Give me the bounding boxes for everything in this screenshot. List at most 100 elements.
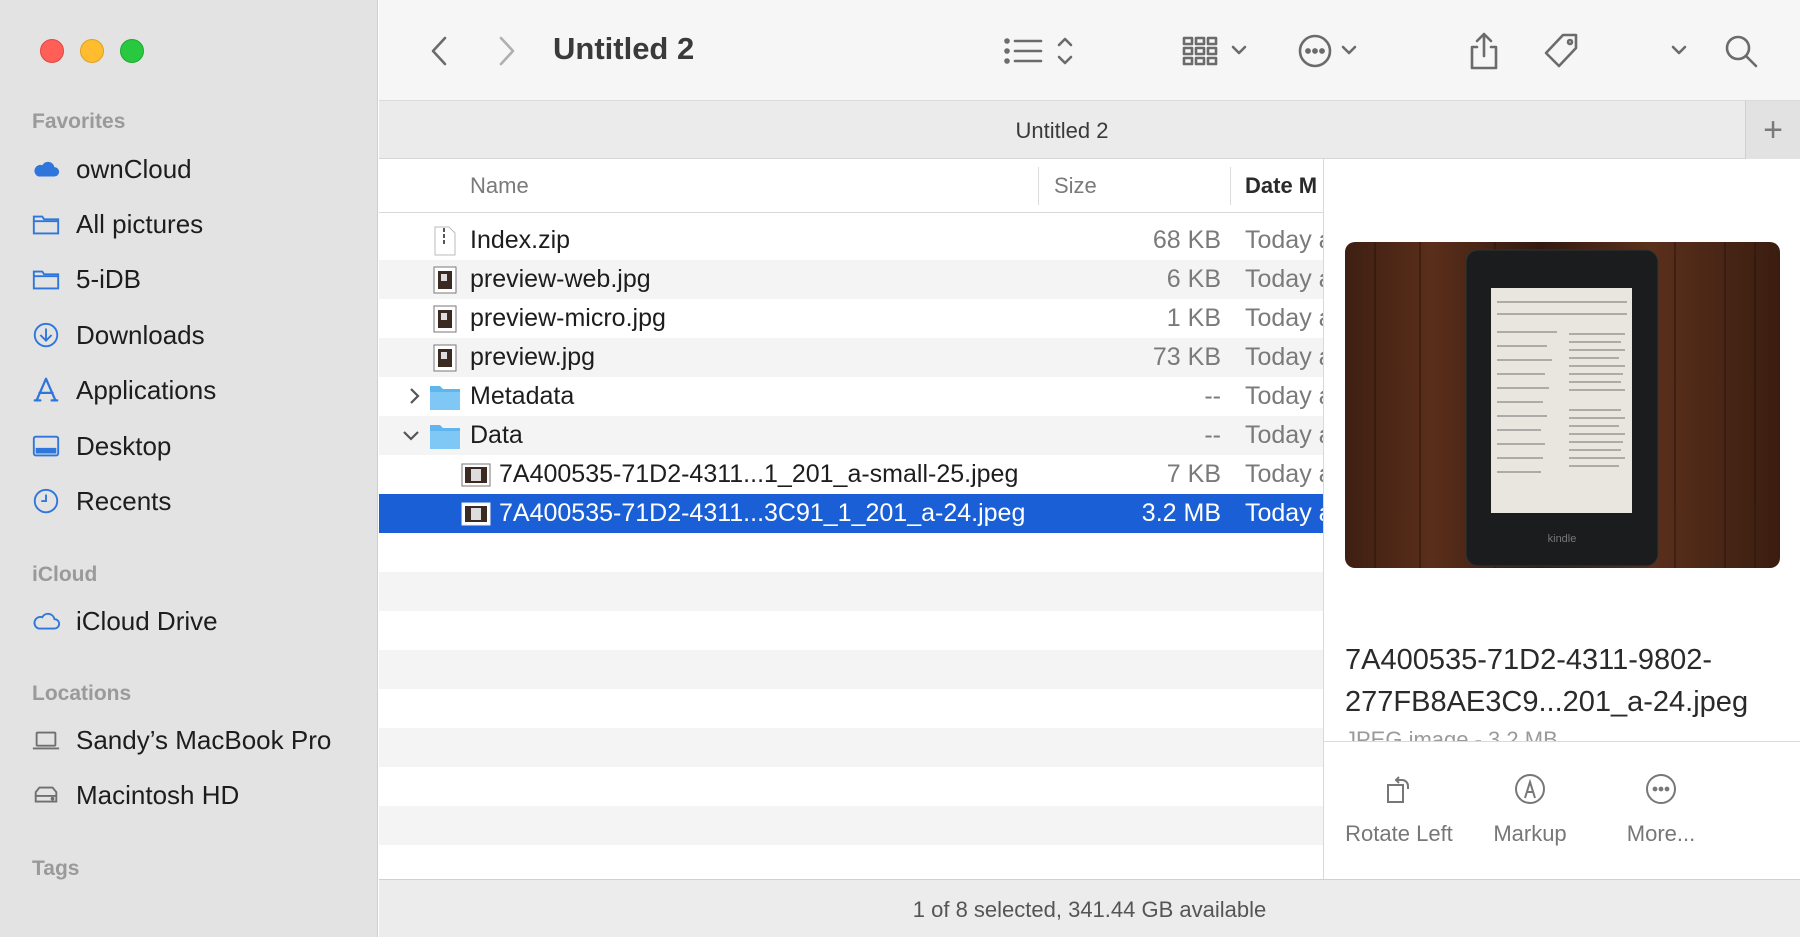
more-button[interactable]: More...	[1586, 772, 1736, 847]
column-date-modified[interactable]: Date M	[1245, 173, 1317, 199]
zoom-window-button[interactable]	[120, 39, 144, 63]
minimize-window-button[interactable]	[80, 39, 104, 63]
rotate-left-icon	[1387, 776, 1409, 803]
status-text: 1 of 8 selected, 341.44 GB available	[912, 897, 1267, 922]
search-button[interactable]	[1719, 30, 1763, 72]
file-row-index-zip[interactable]: Index.zip 68 KB Today a	[379, 221, 1323, 260]
file-name: 7A400535-71D2-4311...1_201_a-small-25.jp…	[499, 460, 1019, 488]
markup-button[interactable]: Markup	[1455, 772, 1605, 847]
cloud-icon	[30, 605, 62, 637]
sidebar-item-label: iCloud Drive	[76, 605, 218, 636]
column-name[interactable]: Name	[470, 173, 529, 199]
file-row-preview-web[interactable]: preview-web.jpg 6 KB Today a	[379, 260, 1323, 299]
sidebar-item-label: Downloads	[76, 319, 205, 350]
empty-row	[379, 806, 1323, 845]
folder-icon	[30, 263, 62, 295]
tab-untitled-2[interactable]: Untitled 2	[379, 118, 1745, 144]
preview-filename: 7A400535-71D2-4311-9802-277FB8AE3C9...20…	[1345, 644, 1749, 718]
sidebar-item-5-idb[interactable]: 5-iDB	[30, 257, 360, 301]
file-row-data[interactable]: Data -- Today a	[379, 416, 1323, 455]
preview-kind: JPEG image - 3.2 MB	[1345, 727, 1558, 741]
file-list: Name Size Date M Index.zip 68 KB Today a…	[379, 159, 1323, 879]
window-controls	[40, 39, 144, 63]
more-label: More...	[1626, 821, 1696, 846]
sidebar-item-label: Recents	[76, 485, 172, 516]
ellipsis-circle-icon	[1646, 774, 1676, 804]
file-size: 3.2 MB	[1141, 499, 1221, 527]
sidebar-item-label: Applications	[76, 374, 217, 405]
window-title: Untitled 2	[553, 31, 695, 66]
sidebar-item-macbook-pro[interactable]: Sandy’s MacBook Pro	[30, 718, 360, 762]
chevron-down-icon	[1671, 45, 1687, 55]
share-button[interactable]	[1464, 30, 1504, 72]
folder-icon	[430, 386, 460, 410]
kindle-logo: kindle	[1548, 533, 1577, 545]
file-size: 7 KB	[1166, 460, 1221, 488]
file-row-metadata[interactable]: Metadata -- Today a	[379, 377, 1323, 416]
image-file-icon	[433, 305, 457, 333]
grid-icon	[1182, 36, 1247, 66]
chevron-down-icon[interactable]	[401, 423, 421, 447]
search-icon	[1725, 35, 1758, 68]
file-size: 68 KB	[1152, 226, 1221, 254]
sidebar-item-label: Macintosh HD	[76, 779, 240, 810]
group-button[interactable]	[1181, 30, 1261, 72]
folder-icon	[430, 425, 460, 449]
file-row-selected-jpeg[interactable]: 7A400535-71D2-4311...3C91_1_201_a-24.jpe…	[379, 494, 1323, 533]
sidebar-item-desktop[interactable]: Desktop	[30, 424, 360, 468]
clock-icon	[30, 485, 62, 517]
preview-image: kindle	[1345, 242, 1780, 568]
sidebar-item-recents[interactable]: Recents	[30, 479, 360, 523]
file-date: Today a	[1245, 499, 1323, 527]
zip-file-icon	[434, 226, 456, 256]
column-size[interactable]: Size	[1054, 173, 1097, 199]
sidebar-section-favorites: Favorites	[32, 110, 126, 133]
file-name: 7A400535-71D2-4311...3C91_1_201_a-24.jpe…	[499, 499, 1026, 527]
drive-icon	[30, 779, 62, 811]
column-divider[interactable]	[1230, 167, 1231, 205]
tab-bar: Untitled 2 +	[379, 100, 1800, 159]
file-row-preview-micro[interactable]: preview-micro.jpg 1 KB Today a	[379, 299, 1323, 338]
sidebar-item-downloads[interactable]: Downloads	[30, 313, 360, 357]
chevron-left-icon	[431, 36, 447, 66]
sidebar-item-icloud-drive[interactable]: iCloud Drive	[30, 599, 360, 643]
tags-button[interactable]	[1539, 30, 1583, 72]
desktop-icon	[30, 430, 62, 462]
close-window-button[interactable]	[40, 39, 64, 63]
markup-icon	[1515, 774, 1545, 804]
sidebar-item-applications[interactable]: Applications	[30, 368, 360, 412]
image-file-icon	[433, 266, 457, 294]
file-size: 6 KB	[1166, 265, 1221, 293]
ellipsis-circle-icon	[1298, 34, 1357, 68]
file-row-small-jpeg[interactable]: 7A400535-71D2-4311...1_201_a-small-25.jp…	[379, 455, 1323, 494]
quick-actions: Rotate Left Markup More...	[1324, 741, 1800, 879]
sidebar-item-all-pictures[interactable]: All pictures	[30, 202, 360, 246]
sidebar-item-label: 5-iDB	[76, 263, 142, 294]
share-icon	[1470, 32, 1498, 70]
file-size: --	[1204, 382, 1221, 410]
download-icon	[30, 319, 62, 351]
column-header: Name Size Date M	[379, 159, 1323, 213]
laptop-icon	[30, 724, 62, 756]
toolbar-overflow-button[interactable]	[1664, 30, 1694, 72]
forward-button[interactable]	[487, 30, 527, 72]
sidebar-item-label: ownCloud	[76, 153, 192, 184]
action-button[interactable]	[1297, 30, 1377, 72]
file-date: Today a	[1245, 265, 1323, 293]
new-tab-button[interactable]: +	[1745, 101, 1800, 159]
back-button[interactable]	[419, 30, 459, 72]
sidebar: Favorites ownCloud All pictures 5-iDB Do…	[0, 0, 378, 937]
file-date: Today a	[1245, 460, 1323, 488]
sidebar-item-owncloud[interactable]: ownCloud	[30, 147, 360, 191]
file-name: preview-web.jpg	[470, 265, 651, 293]
empty-row	[379, 572, 1323, 611]
file-size: 1 KB	[1166, 304, 1221, 332]
view-options-button[interactable]	[1003, 30, 1083, 72]
rotate-left-button[interactable]: Rotate Left	[1324, 772, 1474, 847]
preview-pane: kindle 7A400535-71D2-4311-9802-277FB8AE3…	[1323, 159, 1800, 879]
sidebar-item-macintosh-hd[interactable]: Macintosh HD	[30, 773, 360, 817]
column-divider[interactable]	[1038, 167, 1039, 205]
file-name: Index.zip	[470, 226, 571, 254]
chevron-right-icon[interactable]	[404, 384, 424, 408]
file-row-preview[interactable]: preview.jpg 73 KB Today a	[379, 338, 1323, 377]
